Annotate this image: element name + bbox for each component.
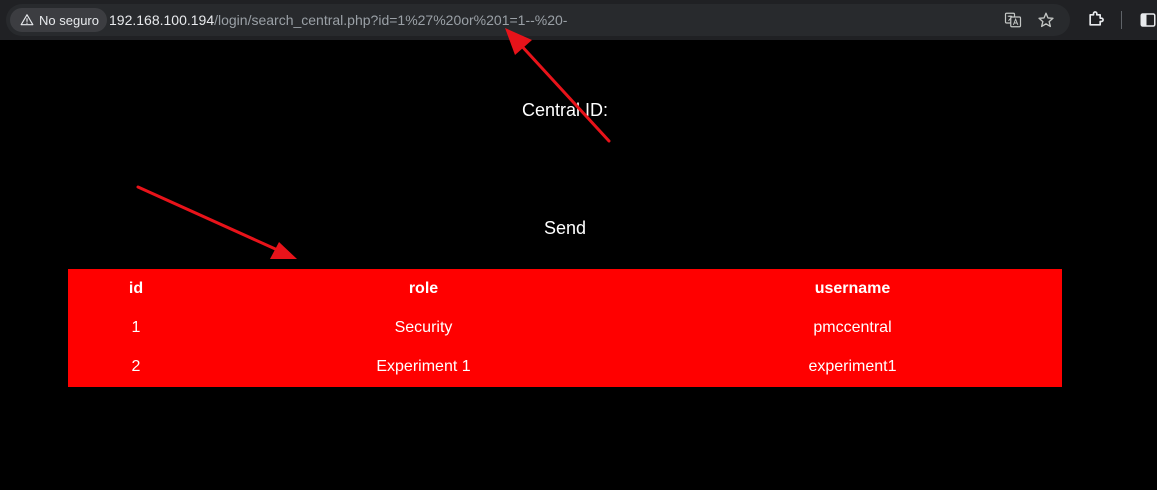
cell-id: 1 bbox=[131, 318, 141, 336]
address-bar[interactable]: No seguro 192.168.100.194/login/search_c… bbox=[6, 4, 1070, 36]
url-host: 192.168.100.194 bbox=[109, 12, 215, 28]
cell-role: Experiment 1 bbox=[376, 358, 471, 376]
annotation-arrow-to-url bbox=[505, 28, 611, 143]
header-role: role bbox=[408, 279, 439, 297]
table-row: 2 Experiment 1 experiment1 bbox=[68, 348, 1062, 388]
annotation-arrow-to-table bbox=[136, 185, 297, 259]
header-id: id bbox=[128, 279, 144, 297]
central-id-label: Central ID: bbox=[521, 100, 609, 120]
table-row: 1 Security pmccentral bbox=[68, 308, 1062, 348]
cell-username: pmccentral bbox=[813, 318, 892, 336]
browser-toolbar: No seguro 192.168.100.194/login/search_c… bbox=[0, 0, 1157, 40]
cell-username: experiment1 bbox=[808, 358, 897, 376]
results-table: id role username 1 Security pmccentral 2… bbox=[68, 269, 1062, 387]
send-button[interactable]: Send bbox=[514, 214, 616, 242]
security-indicator[interactable]: No seguro bbox=[10, 8, 107, 32]
table-header-row: id role username bbox=[68, 269, 1062, 308]
side-panel-icon[interactable] bbox=[1139, 11, 1157, 29]
toolbar-divider bbox=[1121, 11, 1122, 29]
bookmark-star-icon[interactable] bbox=[1036, 10, 1056, 30]
url-text[interactable]: 192.168.100.194/login/search_central.php… bbox=[109, 4, 567, 36]
cell-role: Security bbox=[394, 318, 453, 336]
url-path: /login/search_central.php?id=1%27%20or%2… bbox=[214, 12, 568, 28]
header-username: username bbox=[814, 279, 891, 297]
cell-id: 2 bbox=[131, 358, 141, 376]
annotation-layer bbox=[136, 28, 611, 259]
translate-icon[interactable] bbox=[1003, 10, 1023, 30]
security-label: No seguro bbox=[39, 12, 99, 28]
extensions-icon[interactable] bbox=[1086, 9, 1106, 29]
warning-icon bbox=[20, 14, 34, 26]
